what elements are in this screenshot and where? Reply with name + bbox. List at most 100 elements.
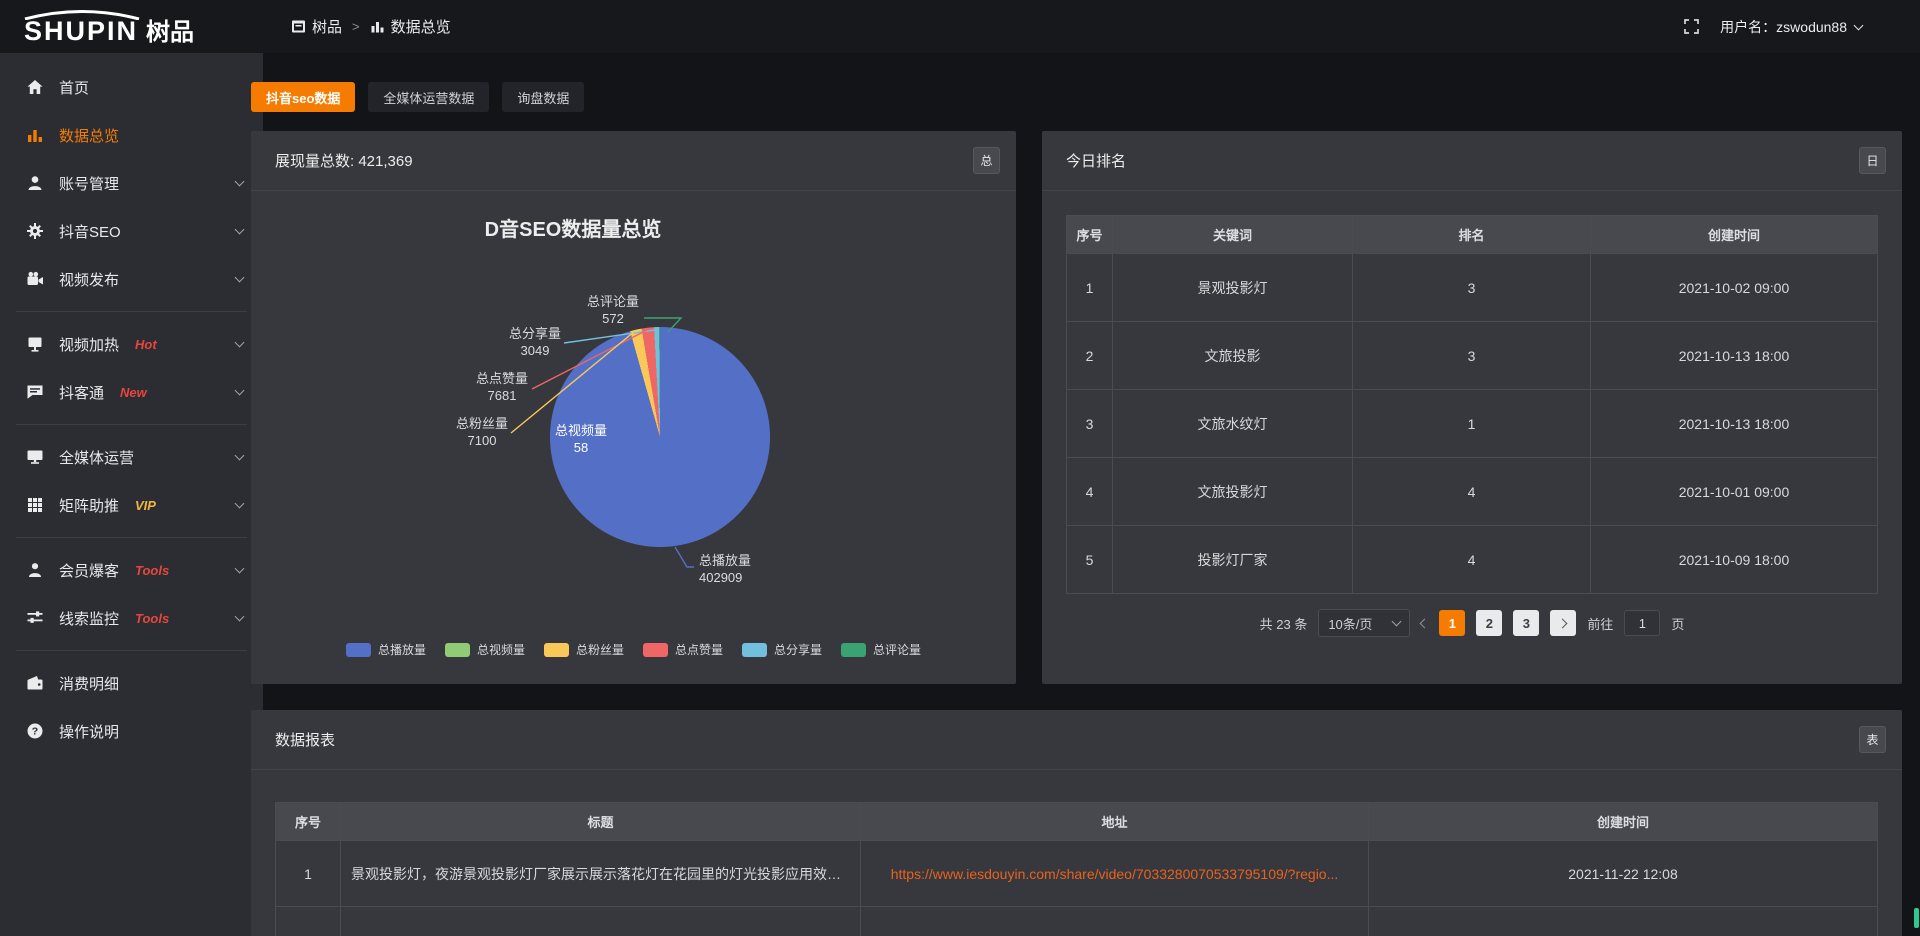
table-row[interactable]: 1 景观投影灯，夜游景观投影灯厂家展示展示落花灯在花园里的灯光投影应用效果 # …: [276, 841, 1878, 907]
chart-legend: 总播放量 总视频量 总粉丝量 总点赞量 总分享量 总评论量: [251, 641, 1016, 658]
data-report-panel: 数据报表 表 序号 标题 地址 创建时间 1 景观投影灯，夜游景观投影灯厂家展示…: [251, 710, 1902, 936]
sidebar-item-data-overview[interactable]: 数据总览: [0, 111, 263, 159]
home-icon: [25, 78, 44, 96]
sidebar-nav: 首页 数据总览 账号管理 抖音SEO 视频发布 视频加热 Hot 抖客通 New…: [0, 53, 263, 936]
page-button-2[interactable]: 2: [1476, 610, 1502, 636]
header-actions: 用户名：zswodun88: [1683, 17, 1862, 37]
user-menu[interactable]: 用户名：zswodun88: [1720, 17, 1862, 37]
breadcrumb-item-current[interactable]: 数据总览: [370, 16, 451, 37]
sidebar-item-douketong[interactable]: 抖客通 New: [0, 368, 263, 416]
sidebar-divider: [16, 424, 247, 425]
sidebar-item-label: 账号管理: [59, 173, 119, 194]
next-page-button[interactable]: [1550, 610, 1576, 636]
ranking-table: 序号 关键词 排名 创建时间 1 景观投影灯 3 2021-10-02 09:0…: [1066, 215, 1878, 594]
app-logo[interactable]: SHUPIN 树品: [0, 8, 263, 45]
sidebar-item-label: 全媒体运营: [59, 447, 134, 468]
legend-item-fans[interactable]: 总粉丝量: [544, 641, 624, 658]
sidebar-item-lead-monitor[interactable]: 线索监控 Tools: [0, 594, 263, 642]
svg-text:?: ?: [31, 726, 37, 738]
table-row[interactable]: [276, 907, 1878, 936]
report-panel-title: 数据报表: [275, 729, 335, 750]
sidebar-item-account[interactable]: 账号管理: [0, 159, 263, 207]
sidebar-item-video-heat[interactable]: 视频加热 Hot: [0, 320, 263, 368]
chevron-down-icon: [235, 177, 245, 187]
new-badge: New: [120, 385, 147, 400]
sidebar-item-label: 线索监控: [59, 608, 119, 629]
table-row[interactable]: 1 景观投影灯 3 2021-10-02 09:00: [1067, 254, 1878, 322]
goto-label: 前往: [1587, 614, 1613, 633]
chevron-down-icon: [235, 612, 245, 622]
tab-douyin-seo[interactable]: 抖音seo数据: [251, 82, 355, 112]
created-time-cell: 2021-11-22 12:08: [1369, 841, 1878, 907]
sidebar-item-label: 数据总览: [59, 125, 119, 146]
table-row[interactable]: 2 文旅投影 3 2021-10-13 18:00: [1067, 322, 1878, 390]
overview-panel: 展现量总数: 421,369 总 D音SEO数据量总览 总评论量 572 总分享…: [251, 131, 1016, 684]
column-header: 关键词: [1113, 216, 1353, 254]
ranking-panel-header: 今日排名 日: [1042, 131, 1902, 191]
sidebar-item-home[interactable]: 首页: [0, 63, 263, 111]
sidebar-item-matrix-boost[interactable]: 矩阵助推 VIP: [0, 481, 263, 529]
ranking-panel-title: 今日排名: [1066, 150, 1126, 171]
column-header: 序号: [276, 803, 341, 841]
overview-panel-header: 展现量总数: 421,369 总: [251, 131, 1016, 191]
page-button-3[interactable]: 3: [1513, 610, 1539, 636]
sidebar-item-label: 会员爆客: [59, 560, 119, 581]
chevron-right-icon: [1557, 618, 1567, 628]
table-row[interactable]: 5 投影灯厂家 4 2021-10-09 18:00: [1067, 526, 1878, 594]
sidebar-item-help[interactable]: ? 操作说明: [0, 707, 263, 755]
total-toggle-button[interactable]: 总: [973, 147, 1000, 174]
legend-item-plays[interactable]: 总播放量: [346, 641, 426, 658]
report-table: 序号 标题 地址 创建时间 1 景观投影灯，夜游景观投影灯厂家展示展示落花灯在花…: [275, 802, 1878, 936]
sidebar-item-label: 首页: [59, 77, 89, 98]
breadcrumb-item-root[interactable]: 树品: [291, 16, 342, 37]
chevron-down-icon: [1392, 617, 1402, 627]
day-toggle-button[interactable]: 日: [1859, 147, 1886, 174]
legend-item-comments[interactable]: 总评论量: [841, 641, 921, 658]
legend-swatch: [544, 643, 569, 657]
sidebar-item-media-ops[interactable]: 全媒体运营: [0, 433, 263, 481]
table-toggle-button[interactable]: 表: [1859, 726, 1886, 753]
goto-page-input[interactable]: [1624, 610, 1660, 636]
username-label: 用户名：zswodun88: [1720, 17, 1847, 37]
pie-chart-area: D音SEO数据量总览 总评论量 572 总分享量 3049 总点赞量 7681 …: [251, 191, 1016, 683]
legend-swatch: [346, 643, 371, 657]
legend-swatch: [445, 643, 470, 657]
video-link[interactable]: https://www.iesdouyin.com/share/video/70…: [891, 866, 1339, 882]
page-button-1[interactable]: 1: [1439, 610, 1465, 636]
legend-item-shares[interactable]: 总分享量: [742, 641, 822, 658]
pie-label-plays: 总播放量 402909: [699, 552, 751, 586]
tab-inquiry[interactable]: 询盘数据: [502, 82, 584, 112]
impressions-total-label: 展现量总数: 421,369: [275, 150, 413, 171]
breadcrumb-label: 树品: [312, 16, 342, 37]
sidebar-item-spending-detail[interactable]: 消费明细: [0, 659, 263, 707]
sidebar-divider: [16, 537, 247, 538]
legend-swatch: [742, 643, 767, 657]
column-header: 创建时间: [1369, 803, 1878, 841]
sidebar-item-video-publish[interactable]: 视频发布: [0, 255, 263, 303]
chevron-down-icon: [235, 338, 245, 348]
legend-item-likes[interactable]: 总点赞量: [643, 641, 723, 658]
grid-icon: [25, 496, 44, 514]
tab-media-ops[interactable]: 全媒体运营数据: [368, 82, 489, 112]
chevron-down-icon: [235, 451, 245, 461]
pie-label-comments: 总评论量 572: [587, 293, 639, 327]
table-header-row: 序号 标题 地址 创建时间: [276, 803, 1878, 841]
legend-swatch: [841, 643, 866, 657]
legend-swatch: [643, 643, 668, 657]
signboard-icon: [25, 335, 44, 353]
fullscreen-icon[interactable]: [1683, 18, 1700, 35]
column-header: 地址: [861, 803, 1369, 841]
pie-label-likes: 总点赞量 7681: [476, 370, 528, 404]
logo-arc: [22, 10, 142, 20]
prev-page-button[interactable]: [1420, 618, 1430, 628]
sidebar-item-member-burst[interactable]: 会员爆客 Tools: [0, 546, 263, 594]
wallet-icon: [25, 674, 44, 692]
pagination: 共 23 条 10条/页 1 2 3 前往 页: [1042, 609, 1902, 637]
scroll-indicator[interactable]: [1914, 908, 1919, 928]
table-row[interactable]: 3 文旅水纹灯 1 2021-10-13 18:00: [1067, 390, 1878, 458]
sidebar-item-douyin-seo[interactable]: 抖音SEO: [0, 207, 263, 255]
legend-item-videos[interactable]: 总视频量: [445, 641, 525, 658]
column-header: 序号: [1067, 216, 1113, 254]
page-size-select[interactable]: 10条/页: [1318, 609, 1410, 637]
table-row[interactable]: 4 文旅投影灯 4 2021-10-01 09:00: [1067, 458, 1878, 526]
